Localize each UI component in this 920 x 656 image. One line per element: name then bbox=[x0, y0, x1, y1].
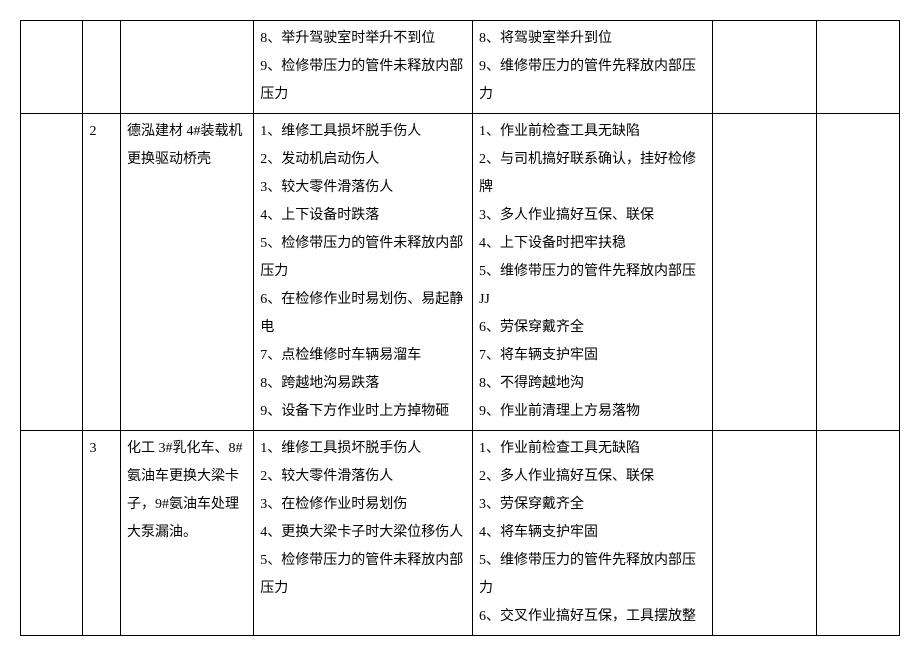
cell-group bbox=[21, 114, 83, 431]
cell-group bbox=[21, 21, 83, 114]
cell-measure: 8、将驾驶室举升到位9、维修带压力的管件先释放内部压力 bbox=[472, 21, 712, 114]
cell-index: 2 bbox=[83, 114, 120, 431]
table-row: 2 德泓建材 4#装载机更换驱动桥壳 1、维修工具损坏脱手伤人2、发动机启动伤人… bbox=[21, 114, 900, 431]
cell-extra2 bbox=[816, 21, 899, 114]
cell-extra1 bbox=[712, 431, 816, 636]
cell-task: 化工 3#乳化车、8#氨油车更换大梁卡子，9#氨油车处理大泵漏油。 bbox=[120, 431, 253, 636]
cell-risk: 8、举升驾驶室时举升不到位9、检修带压力的管件未释放内部压力 bbox=[254, 21, 473, 114]
cell-extra1 bbox=[712, 114, 816, 431]
cell-measure: 1、作业前检查工具无缺陷2、与司机搞好联系确认，挂好检修牌3、多人作业搞好互保、… bbox=[472, 114, 712, 431]
table-row: 8、举升驾驶室时举升不到位9、检修带压力的管件未释放内部压力 8、将驾驶室举升到… bbox=[21, 21, 900, 114]
cell-task: 德泓建材 4#装载机更换驱动桥壳 bbox=[120, 114, 253, 431]
cell-index: 3 bbox=[83, 431, 120, 636]
cell-extra1 bbox=[712, 21, 816, 114]
cell-extra2 bbox=[816, 431, 899, 636]
safety-table: 8、举升驾驶室时举升不到位9、检修带压力的管件未释放内部压力 8、将驾驶室举升到… bbox=[20, 20, 900, 636]
cell-risk: 1、维修工具损坏脱手伤人2、较大零件滑落伤人3、在检修作业时易划伤4、更换大梁卡… bbox=[254, 431, 473, 636]
cell-measure: 1、作业前检查工具无缺陷2、多人作业搞好互保、联保3、劳保穿戴齐全4、将车辆支护… bbox=[472, 431, 712, 636]
cell-extra2 bbox=[816, 114, 899, 431]
cell-task bbox=[120, 21, 253, 114]
cell-group bbox=[21, 431, 83, 636]
cell-index bbox=[83, 21, 120, 114]
table-row: 3 化工 3#乳化车、8#氨油车更换大梁卡子，9#氨油车处理大泵漏油。 1、维修… bbox=[21, 431, 900, 636]
cell-risk: 1、维修工具损坏脱手伤人2、发动机启动伤人3、较大零件滑落伤人4、上下设备时跌落… bbox=[254, 114, 473, 431]
